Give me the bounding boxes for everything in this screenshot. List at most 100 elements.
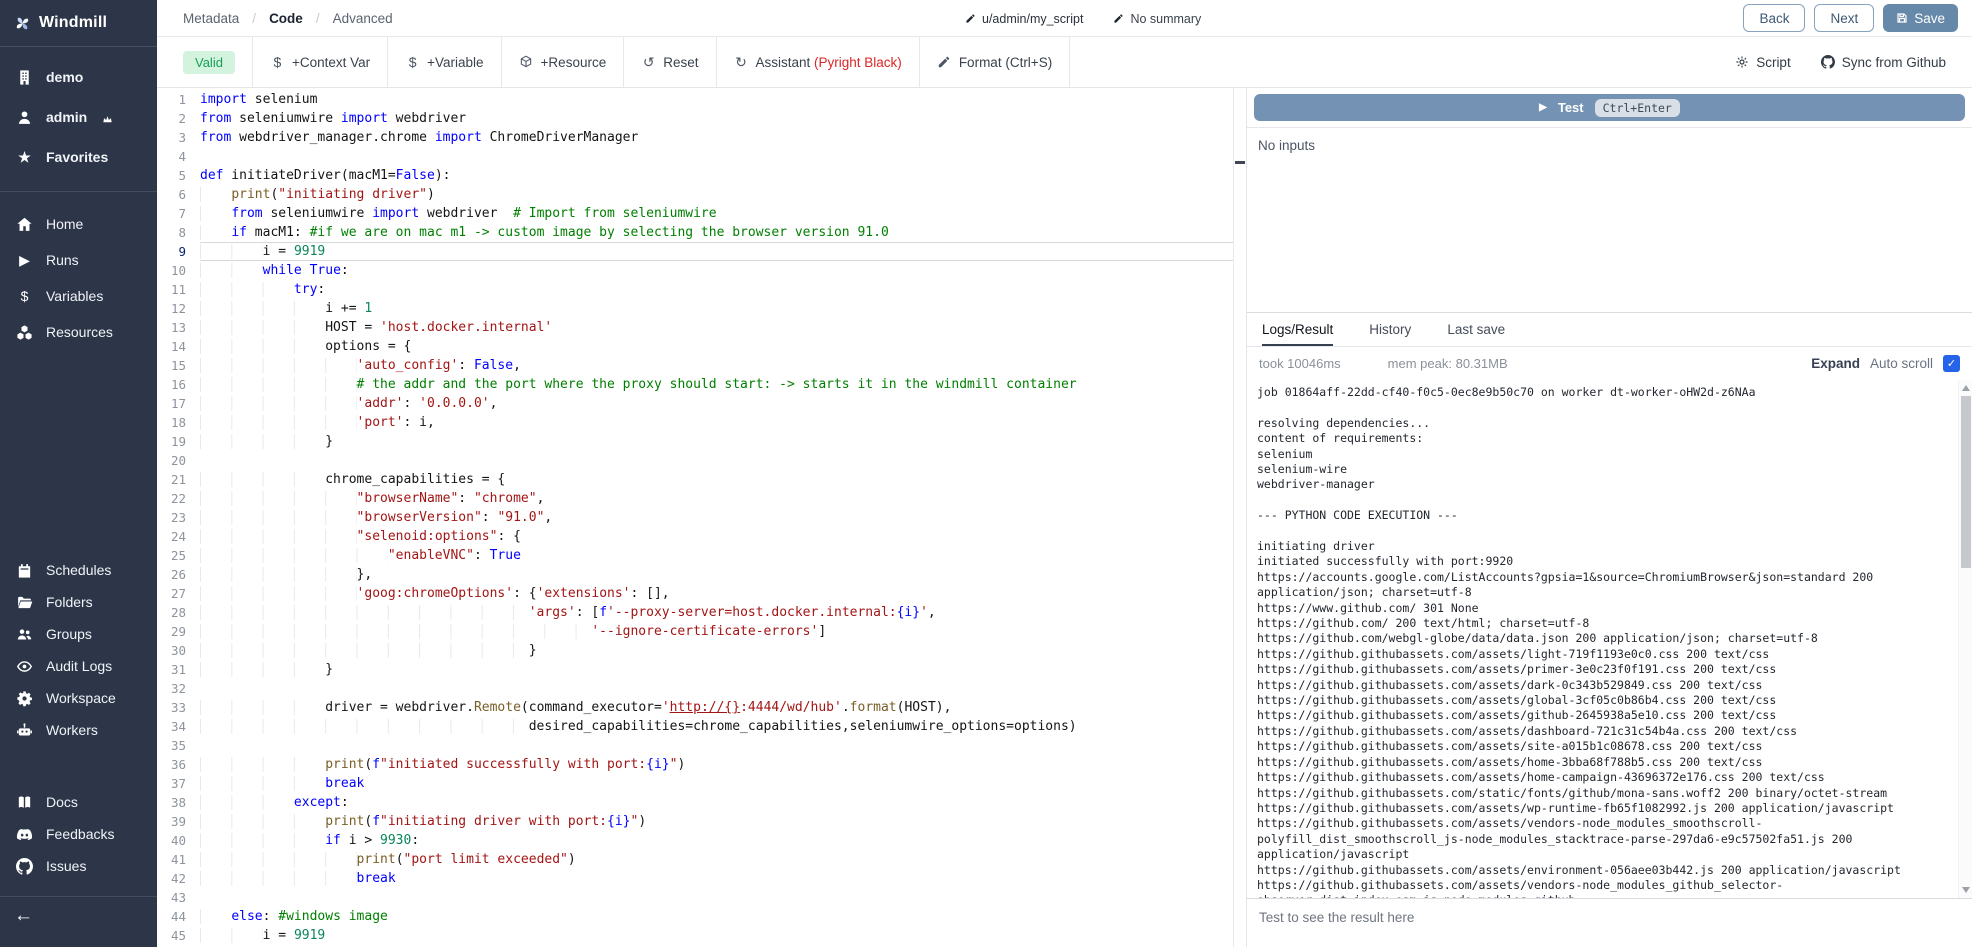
sidebar-item-user-menu[interactable]: admin	[0, 104, 157, 130]
format-button[interactable]: Format (Ctrl+S)	[920, 37, 1070, 87]
code-line[interactable]: '--ignore-certificate-errors']	[200, 622, 1233, 641]
sidebar-item-resources[interactable]: Resources	[0, 319, 157, 345]
splitter-handle[interactable]	[1235, 161, 1245, 164]
assistant-button[interactable]: ↻ Assistant (Pyright Black)	[717, 37, 920, 87]
save-button[interactable]: Save	[1883, 4, 1958, 32]
code-line[interactable]: print("port limit exceeded")	[200, 850, 1233, 869]
code-line[interactable]: def initiateDriver(macM1=False):	[200, 166, 1233, 185]
panel-splitter[interactable]	[1233, 88, 1247, 947]
script-path-edit[interactable]: u/admin/my_script	[965, 12, 1083, 26]
app-logo[interactable]: Windmill	[0, 0, 157, 47]
code-line[interactable]	[200, 736, 1233, 755]
sidebar-item-home[interactable]: Home	[0, 211, 157, 237]
code-line[interactable]: i = 9919	[200, 926, 1233, 945]
sidebar-item-variables[interactable]: $Variables	[0, 283, 157, 309]
code-line[interactable]: while True:	[200, 261, 1233, 280]
code-line[interactable]: "enableVNC": True	[200, 546, 1233, 565]
test-button[interactable]: ▶ Test Ctrl+Enter	[1254, 94, 1965, 121]
sidebar-item-runs[interactable]: ▶Runs	[0, 247, 157, 273]
sidebar-item-audit-logs[interactable]: Audit Logs	[0, 653, 157, 679]
sidebar-item-label: admin	[46, 109, 87, 125]
sidebar-item-workspace[interactable]: Workspace	[0, 685, 157, 711]
sidebar-item-workers[interactable]: Workers	[0, 717, 157, 743]
autoscroll-checkbox[interactable]: ✓	[1943, 355, 1960, 372]
line-number: 35	[157, 736, 186, 755]
code-line[interactable]: i += 1	[200, 299, 1233, 318]
code-line[interactable]: chrome_capabilities = {	[200, 470, 1233, 489]
script-kind-button[interactable]: Script	[1735, 55, 1791, 70]
sidebar-item-favorites[interactable]: ★Favorites	[0, 144, 157, 170]
code-line[interactable]	[200, 451, 1233, 470]
code-line[interactable]: desired_capabilities=chrome_capabilities…	[200, 717, 1233, 736]
code-line[interactable]: if i > 9930:	[200, 831, 1233, 850]
sidebar-item-docs[interactable]: Docs	[0, 789, 157, 815]
add-variable-button[interactable]: $ +Variable	[388, 37, 501, 87]
code-line[interactable]: 'addr': '0.0.0.0',	[200, 394, 1233, 413]
code-line[interactable]: },	[200, 565, 1233, 584]
sidebar-item-label: Folders	[46, 594, 93, 610]
autoscroll-label: Auto scroll	[1870, 356, 1933, 371]
code-line[interactable]	[200, 888, 1233, 907]
code-line[interactable]: HOST = 'host.docker.internal'	[200, 318, 1233, 337]
editor-code[interactable]: import seleniumfrom seleniumwire import …	[200, 90, 1233, 947]
tab-last-save[interactable]: Last save	[1447, 313, 1505, 346]
code-line-current[interactable]: i = 9919	[200, 242, 1233, 261]
add-context-var-button[interactable]: $ +Context Var	[253, 37, 388, 87]
next-button[interactable]: Next	[1814, 4, 1874, 32]
scroll-down-arrow-icon[interactable]	[1962, 887, 1970, 893]
log-scrollbar[interactable]	[1958, 380, 1972, 898]
script-summary-edit[interactable]: No summary	[1113, 12, 1201, 26]
code-line[interactable]: break	[200, 869, 1233, 888]
tab-logs-result[interactable]: Logs/Result	[1262, 313, 1333, 346]
reset-button[interactable]: ↺ Reset	[624, 37, 716, 87]
add-resource-button[interactable]: +Resource	[502, 37, 625, 87]
sidebar-item-issues[interactable]: Issues	[0, 853, 157, 879]
sidebar-item-schedules[interactable]: Schedules	[0, 557, 157, 583]
code-line[interactable]: 'auto_config': False,	[200, 356, 1233, 375]
code-line[interactable]: from seleniumwire import webdriver	[200, 109, 1233, 128]
code-line[interactable]: print(f"initiating driver with port:{i}"…	[200, 812, 1233, 831]
sidebar-item-groups[interactable]: Groups	[0, 621, 157, 647]
log-output[interactable]: job 01864aff-22dd-cf40-f0c5-0ec8e9b50c70…	[1247, 380, 1972, 898]
code-line[interactable]: }	[200, 432, 1233, 451]
sidebar-item-workspace-demo[interactable]: demo	[0, 64, 157, 90]
code-line[interactable]: from seleniumwire import webdriver # Imp…	[200, 204, 1233, 223]
scrollbar-thumb[interactable]	[1961, 396, 1971, 568]
code-line[interactable]: 'goog:chromeOptions': {'extensions': [],	[200, 584, 1233, 603]
tab-code[interactable]: Code	[269, 11, 303, 26]
sync-from-github-button[interactable]: Sync from Github	[1821, 55, 1946, 70]
code-line[interactable]: from webdriver_manager.chrome import Chr…	[200, 128, 1233, 147]
code-line[interactable]: }	[200, 641, 1233, 660]
expand-button[interactable]: Expand	[1811, 356, 1860, 371]
code-line[interactable]: except:	[200, 793, 1233, 812]
code-line[interactable]: print("initiating driver")	[200, 185, 1233, 204]
code-line[interactable]: "selenoid:options": {	[200, 527, 1233, 546]
code-line[interactable]: import selenium	[200, 90, 1233, 109]
line-number: 41	[157, 850, 186, 869]
sidebar-collapse-button[interactable]: ←	[14, 905, 33, 927]
code-line[interactable]: 'port': i,	[200, 413, 1233, 432]
code-line[interactable]: options = {	[200, 337, 1233, 356]
scroll-up-arrow-icon[interactable]	[1962, 385, 1970, 391]
back-button[interactable]: Back	[1743, 4, 1805, 32]
tab-advanced[interactable]: Advanced	[333, 11, 393, 26]
code-line[interactable]: "browserName": "chrome",	[200, 489, 1233, 508]
code-line[interactable]: break	[200, 774, 1233, 793]
code-line[interactable]: print(f"initiated successfully with port…	[200, 755, 1233, 774]
code-line[interactable]: # the addr and the port where the proxy …	[200, 375, 1233, 394]
code-line[interactable]: driver = webdriver.Remote(command_execut…	[200, 698, 1233, 717]
tab-metadata[interactable]: Metadata	[183, 11, 239, 26]
code-line[interactable]: 'args': [f'--proxy-server=host.docker.in…	[200, 603, 1233, 622]
code-line[interactable]	[200, 679, 1233, 698]
code-line[interactable]	[200, 147, 1233, 166]
code-line[interactable]: }	[200, 660, 1233, 679]
code-line[interactable]: try:	[200, 280, 1233, 299]
line-number: 6	[157, 185, 186, 204]
sidebar-item-feedbacks[interactable]: Feedbacks	[0, 821, 157, 847]
tab-history[interactable]: History	[1369, 313, 1411, 346]
sidebar-item-folders[interactable]: Folders	[0, 589, 157, 615]
code-line[interactable]: else: #windows image	[200, 907, 1233, 926]
code-line[interactable]: "browserVersion": "91.0",	[200, 508, 1233, 527]
code-editor[interactable]: 1234567891011121314151617181920212223242…	[157, 88, 1233, 947]
code-line[interactable]: if macM1: #if we are on mac m1 -> custom…	[200, 223, 1233, 242]
